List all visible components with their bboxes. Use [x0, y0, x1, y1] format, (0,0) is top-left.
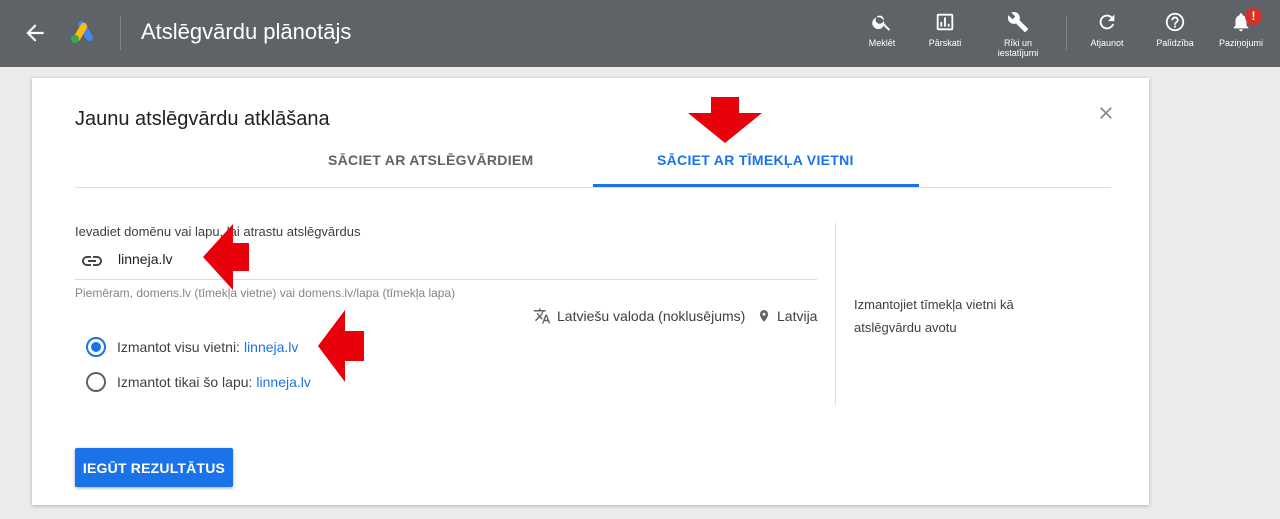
get-results-button[interactable]: IEGŪT REZULTĀTUS [75, 448, 233, 487]
search-tool-label: Meklēt [868, 38, 896, 48]
refresh-icon [1099, 14, 1115, 30]
tab-divider [75, 187, 1111, 188]
toolbar-divider [1066, 16, 1067, 50]
radio-label-this-page: Izmantot tikai šo lapu: [117, 374, 253, 390]
annotation-arrow-left-icon [203, 224, 249, 290]
tools-settings-button[interactable]: Rīki un iestatījumi [983, 11, 1053, 58]
reports-tool-label: Pārskati [928, 38, 962, 48]
keyword-discovery-dialog: Jaunu atslēgvārdu atklāšana SĀCIET AR AT… [32, 78, 1149, 505]
search-tool-button[interactable]: Meklēt [847, 11, 917, 48]
reports-icon [936, 13, 954, 31]
location-label: Latvija [777, 308, 818, 324]
refresh-tool-label: Atjaunot [1090, 38, 1124, 48]
radio-domain-this-page: linneja.lv [256, 374, 311, 390]
tab-start-with-keywords[interactable]: SĀCIET AR ATSLĒGVĀRDIEM [328, 152, 534, 168]
language-label: Latviešu valoda (noklusējums) [557, 308, 746, 324]
language-selector[interactable]: Latviešu valoda (noklusējums) [533, 307, 745, 325]
radio-button-checked[interactable] [86, 337, 106, 357]
link-icon [82, 256, 102, 266]
help-tool-label: Palīdzība [1156, 38, 1194, 48]
top-app-bar: Atslēgvārdu plānotājs Meklēt Pārskati Rī… [0, 0, 1280, 67]
notifications-tool-button[interactable]: ! Paziņojumi [1206, 8, 1276, 48]
domain-url-input[interactable] [118, 251, 418, 267]
radio-label-entire-site: Izmantot visu vietni: [117, 339, 240, 355]
radio-use-this-page[interactable]: Izmantot tikai šo lapu: linneja.lv [86, 372, 311, 392]
tab-start-with-website[interactable]: SĀCIET AR TĪMEKĻA VIETNI [657, 152, 854, 168]
notifications-tool-label: Paziņojumi [1218, 38, 1264, 48]
help-icon [1165, 12, 1185, 32]
radio-use-entire-site[interactable]: Izmantot visu vietni: linneja.lv [86, 337, 298, 357]
reports-tool-button[interactable]: Pārskati [910, 11, 980, 48]
radio-domain-entire-site: linneja.lv [243, 339, 299, 355]
location-selector[interactable]: Latvija [757, 307, 817, 325]
location-pin-icon [759, 310, 769, 322]
translate-icon [533, 308, 551, 324]
refresh-tool-button[interactable]: Atjaunot [1072, 11, 1142, 48]
close-icon[interactable] [1096, 103, 1116, 123]
tools-settings-label: Rīki un iestatījumi [997, 38, 1039, 58]
side-panel-divider [835, 223, 836, 405]
notification-badge: ! [1245, 8, 1262, 25]
radio-button-unchecked[interactable] [86, 372, 106, 392]
search-icon [872, 15, 891, 31]
app-title: Atslēgvārdu plānotājs [141, 19, 352, 44]
domain-hint-text: Piemēram, domens.lv (tīmekļa vietne) vai… [75, 286, 456, 300]
annotation-arrow-left-icon [318, 310, 364, 382]
back-arrow-icon[interactable] [22, 20, 48, 46]
dialog-title: Jaunu atslēgvārdu atklāšana [75, 108, 330, 130]
google-ads-logo [71, 21, 93, 43]
side-panel-text: Izmantojiet tīmekļa vietni kā atslēgvārd… [854, 297, 1014, 335]
input-underline [75, 279, 817, 280]
help-tool-button[interactable]: Palīdzība [1140, 11, 1210, 48]
header-divider [120, 16, 121, 50]
wrench-icon [1007, 12, 1029, 33]
annotation-arrow-down-icon [688, 97, 762, 143]
